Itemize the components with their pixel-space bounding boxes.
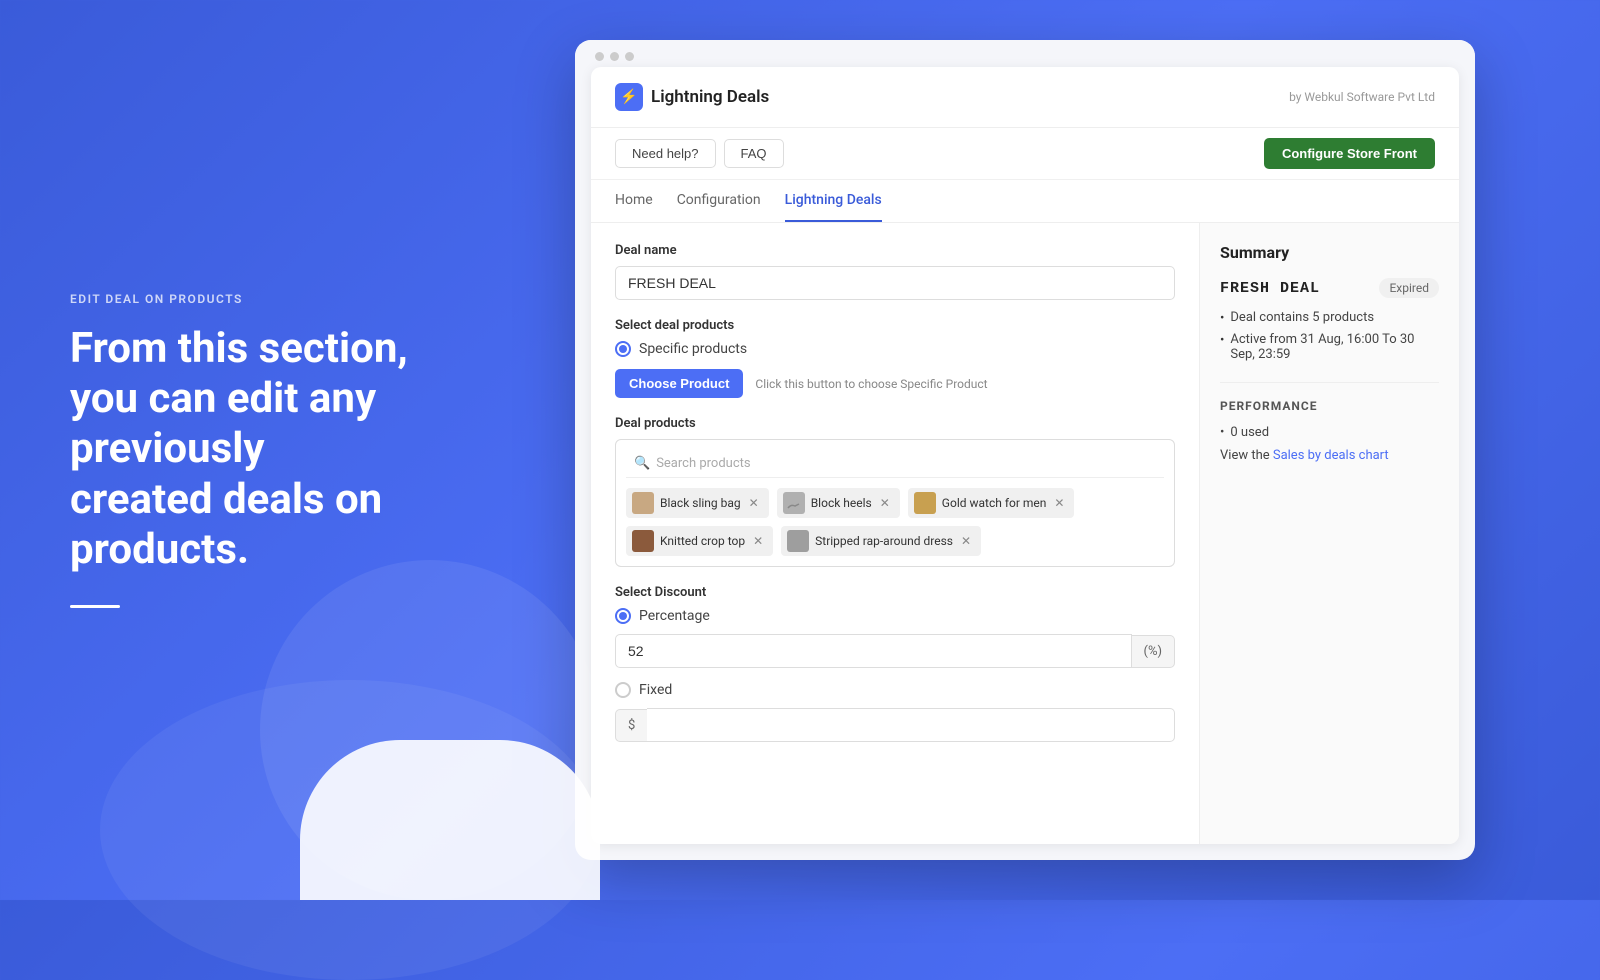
summary-title: Summary	[1220, 243, 1439, 262]
thumb-gold-watch	[914, 492, 936, 514]
expired-badge: Expired	[1379, 278, 1439, 298]
thumb-knitted-crop-top	[632, 530, 654, 552]
nav-tabs: Home Configuration Lightning Deals	[591, 180, 1459, 223]
fixed-input-row: $	[615, 708, 1175, 742]
deal-products-group: Deal products 🔍 Search products Black sl…	[615, 416, 1175, 567]
percentage-input-row: (%)	[615, 634, 1175, 668]
main-content: Deal name Select deal products Specific …	[591, 223, 1459, 844]
summary-deal-name: FRESH DEAL	[1220, 280, 1320, 297]
sidebar-area: Summary FRESH DEAL Expired Deal contains…	[1199, 223, 1459, 844]
deal-name-input[interactable]	[615, 266, 1175, 300]
thumb-block-heels	[783, 492, 805, 514]
fixed-label: Fixed	[639, 682, 672, 698]
close-black-sling-bag[interactable]: ✕	[749, 496, 759, 510]
deal-products-label: Deal products	[615, 416, 1175, 431]
divider-line	[70, 605, 120, 608]
specific-products-label: Specific products	[639, 341, 747, 357]
choose-hint: Click this button to choose Specific Pro…	[755, 377, 987, 391]
app-name: Lightning Deals	[651, 87, 769, 107]
tag-stripped-dress: Stripped rap-around dress ✕	[781, 526, 981, 556]
configure-button[interactable]: Configure Store Front	[1264, 138, 1435, 169]
tag-block-heels: Block heels ✕	[777, 488, 900, 518]
block-heels-img	[785, 494, 803, 512]
choose-row: Choose Product Click this button to choo…	[615, 369, 1175, 398]
thumb-black-sling-bag	[632, 492, 654, 514]
toolbar: Need help? FAQ Configure Store Front	[591, 128, 1459, 180]
search-placeholder-text: Search products	[656, 456, 750, 471]
app-window: ⚡ Lightning Deals by Webkul Software Pvt…	[591, 67, 1459, 844]
tag-knitted-crop-top: Knitted crop top ✕	[626, 526, 773, 556]
tag-label-block-heels: Block heels	[811, 496, 872, 510]
tag-gold-watch: Gold watch for men ✕	[908, 488, 1075, 518]
summary-divider	[1220, 382, 1439, 383]
search-icon: 🔍	[634, 456, 650, 471]
browser-dot-3	[625, 52, 634, 61]
tag-label-knitted-crop-top: Knitted crop top	[660, 534, 745, 548]
perf-title: PERFORMANCE	[1220, 399, 1439, 413]
tag-label-stripped-dress: Stripped rap-around dress	[815, 534, 953, 548]
deal-name-label: Deal name	[615, 243, 1175, 258]
radio-circle-specific	[615, 341, 631, 357]
tab-lightning-deals[interactable]: Lightning Deals	[785, 180, 882, 222]
chart-link[interactable]: Sales by deals chart	[1273, 448, 1389, 463]
percentage-suffix: (%)	[1132, 635, 1176, 668]
tag-black-sling-bag: Black sling bag ✕	[626, 488, 769, 518]
close-knitted-crop-top[interactable]: ✕	[753, 534, 763, 548]
radio-circle-fixed	[615, 682, 631, 698]
tab-home[interactable]: Home	[615, 180, 653, 222]
radio-circle-percentage	[615, 608, 631, 624]
fixed-input[interactable]	[647, 708, 1175, 742]
form-area: Deal name Select deal products Specific …	[591, 223, 1199, 844]
select-products-label: Select deal products	[615, 318, 1175, 333]
hero-heading: From this section, you can edit any prev…	[70, 324, 410, 576]
fixed-prefix: $	[615, 709, 647, 742]
help-button[interactable]: Need help?	[615, 139, 716, 168]
products-box: 🔍 Search products Black sling bag ✕	[615, 439, 1175, 567]
summary-bullet-1: Deal contains 5 products	[1220, 310, 1439, 326]
lightning-icon: ⚡	[620, 89, 637, 105]
browser-dot-2	[610, 52, 619, 61]
eyebrow-text: EDIT DEAL ON PRODUCTS	[70, 292, 410, 306]
chart-link-prefix: View the	[1220, 448, 1273, 463]
deal-name-group: Deal name	[615, 243, 1175, 300]
tags-row: Black sling bag ✕ Block heels ✕	[626, 488, 1164, 556]
browser-bar	[575, 40, 1475, 67]
thumb-stripped-dress	[787, 530, 809, 552]
tag-label-gold-watch: Gold watch for men	[942, 496, 1047, 510]
right-panel: ⚡ Lightning Deals by Webkul Software Pvt…	[480, 10, 1600, 890]
close-gold-watch[interactable]: ✕	[1054, 496, 1064, 510]
select-products-group: Select deal products Specific products C…	[615, 318, 1175, 398]
close-block-heels[interactable]: ✕	[880, 496, 890, 510]
summary-bullets: Deal contains 5 products Active from 31 …	[1220, 310, 1439, 362]
summary-bullet-2: Active from 31 Aug, 16:00 To 30 Sep, 23:…	[1220, 332, 1439, 362]
browser-dot-1	[595, 52, 604, 61]
percentage-input[interactable]	[615, 634, 1132, 668]
select-discount-group: Select Discount Percentage (%) Fixed	[615, 585, 1175, 742]
radio-group-products: Specific products	[615, 341, 1175, 357]
percentage-label: Percentage	[639, 608, 710, 624]
percentage-radio[interactable]: Percentage	[615, 608, 1175, 624]
fixed-radio[interactable]: Fixed	[615, 682, 1175, 698]
browser-card: ⚡ Lightning Deals by Webkul Software Pvt…	[575, 40, 1475, 860]
close-stripped-dress[interactable]: ✕	[961, 534, 971, 548]
app-by-text: by Webkul Software Pvt Ltd	[1289, 90, 1435, 104]
specific-products-radio[interactable]: Specific products	[615, 341, 1175, 357]
select-discount-label: Select Discount	[615, 585, 1175, 600]
summary-deal-row: FRESH DEAL Expired	[1220, 278, 1439, 298]
perf-used: 0 used	[1220, 425, 1439, 440]
faq-button[interactable]: FAQ	[724, 139, 784, 168]
tag-label-black-sling-bag: Black sling bag	[660, 496, 741, 510]
app-header: ⚡ Lightning Deals by Webkul Software Pvt…	[591, 67, 1459, 128]
logo-icon: ⚡	[615, 83, 643, 111]
app-logo: ⚡ Lightning Deals	[615, 83, 769, 111]
chart-link-row: View the Sales by deals chart	[1220, 448, 1439, 463]
tab-configuration[interactable]: Configuration	[677, 180, 761, 222]
choose-product-button[interactable]: Choose Product	[615, 369, 743, 398]
search-row: 🔍 Search products	[626, 450, 1164, 478]
